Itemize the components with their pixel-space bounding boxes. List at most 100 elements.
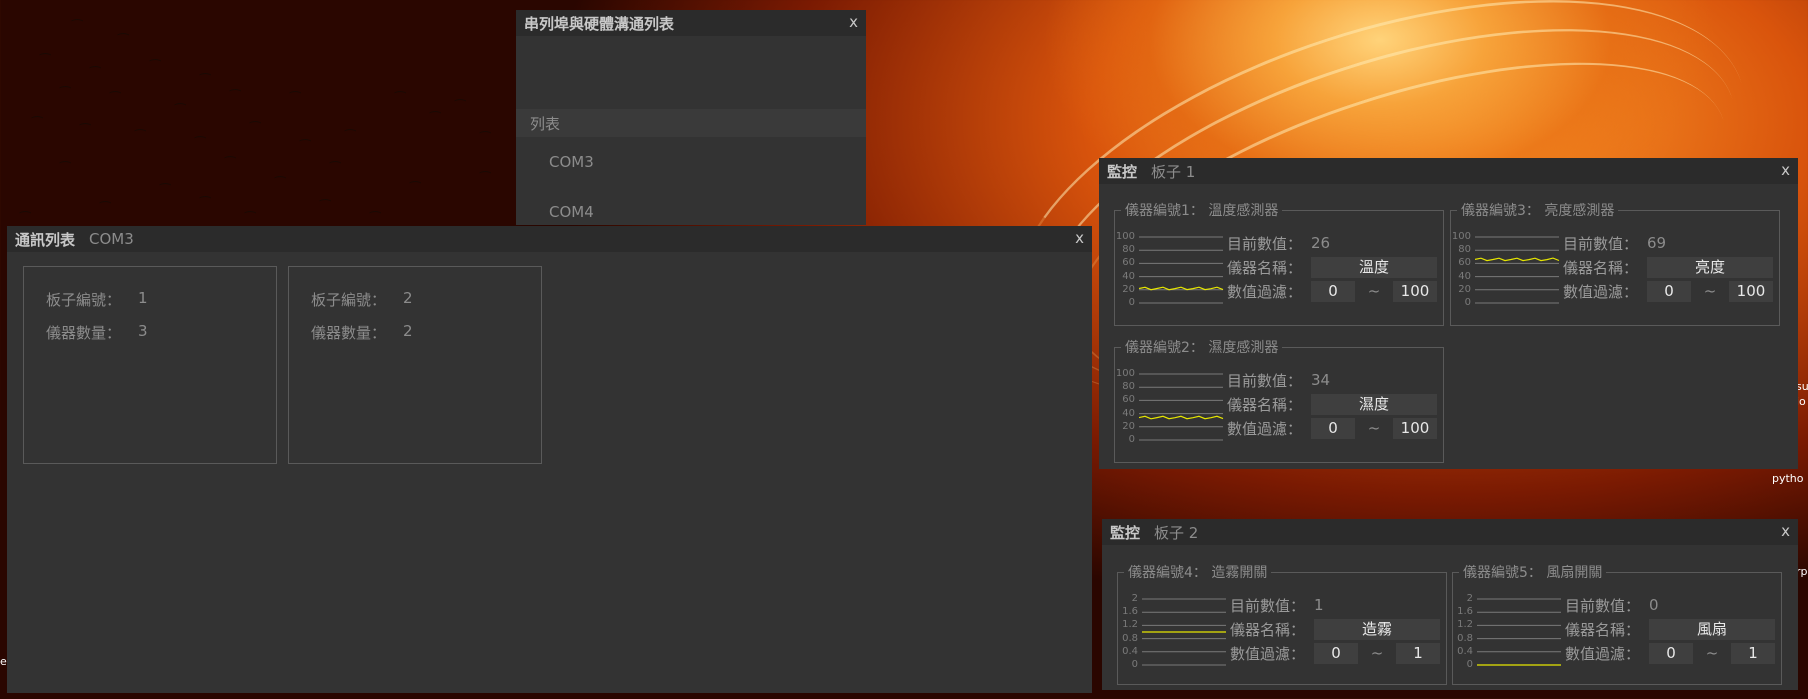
serial-port-titlebar[interactable]: 串列埠與硬體溝通列表 x <box>516 10 866 36</box>
y-tick-label: 0 <box>1131 659 1138 670</box>
desktop-icon-label[interactable]: pytho <box>1772 472 1804 485</box>
y-tick-label: 20 <box>1122 420 1135 432</box>
y-tick-label: 0 <box>1128 434 1135 445</box>
value-filter-label: 數值過濾： <box>1230 644 1306 663</box>
window-title: 監控 <box>1110 523 1141 542</box>
filter-max-field[interactable]: 1 <box>1731 642 1775 664</box>
y-tick-label: 0.8 <box>1457 632 1473 644</box>
y-tick-label: 20 <box>1122 283 1135 295</box>
device-name-field[interactable]: 造霧 <box>1314 618 1440 640</box>
instrument-legend: 儀器編號4： 造霧開關 <box>1124 562 1272 582</box>
device-count-value: 2 <box>403 322 413 340</box>
filter-max-field[interactable]: 100 <box>1729 280 1773 302</box>
close-button[interactable]: x <box>1781 161 1790 179</box>
monitor-titlebar[interactable]: 監控 板子 1 x <box>1099 158 1798 184</box>
monitor-window-board-1: 監控 板子 1 x 儀器編號1： 溫度感測器 100 80 60 40 20 0 目前數值： 2… <box>1099 158 1798 469</box>
bird-shape: ⁔ <box>300 127 311 142</box>
filter-max-field[interactable]: 100 <box>1393 280 1437 302</box>
device-name-label: 儀器名稱： <box>1227 395 1303 414</box>
instrument-legend: 儀器編號5： 風扇開關 <box>1459 562 1607 582</box>
data-trace <box>1475 257 1560 262</box>
bird-shape: ⁔ <box>60 149 71 164</box>
filter-max-field[interactable]: 100 <box>1393 417 1437 439</box>
data-trace <box>1139 415 1224 420</box>
window-title: 監控 <box>1107 162 1138 181</box>
board-id-label: 板子編號： <box>46 291 122 309</box>
instrument-panel: 儀器編號2： 濕度感測器 100 80 60 40 20 0 目前數值： 34 儀器名稱： 濕度 數值… <box>1114 337 1444 463</box>
sparkline-graph: 100 80 60 40 20 0 <box>1116 368 1225 448</box>
comm-list-titlebar[interactable]: 通訊列表 COM3 x <box>7 226 1092 252</box>
range-separator: ~ <box>1705 644 1719 662</box>
device-name-label: 儀器名稱： <box>1230 620 1306 639</box>
instrument-fields: 目前數值： 26 儀器名稱： 溫度 數值過濾： 0 ~100 <box>1227 231 1437 303</box>
monitor-window-board-2: 監控 板子 2 x 儀器編號4： 造霧開關 2 1.6 1.2 0.8 0.4 0 目前數值：… <box>1102 519 1798 690</box>
current-value-label: 目前數值： <box>1227 371 1303 390</box>
board-card-1[interactable]: 板子編號： 1 儀器數量： 3 <box>23 266 277 464</box>
y-tick-label: 0.4 <box>1122 645 1138 657</box>
empty-area <box>516 36 866 109</box>
current-value-label: 目前數值： <box>1563 234 1639 253</box>
serial-port-window: 串列埠與硬體溝通列表 x 列表 COM3 COM4 <box>516 10 866 225</box>
instrument-fields: 目前數值： 0 儀器名稱： 風扇 數值過濾： 0 ~1 <box>1565 593 1775 665</box>
list-header: 列表 <box>516 109 866 137</box>
bird-shape: ⁔ <box>200 184 211 199</box>
bird-shape: ⁔ <box>160 171 171 186</box>
bird-shape: ⁔ <box>72 7 83 22</box>
filter-max-field[interactable]: 1 <box>1396 642 1440 664</box>
sparkline-graph: 100 80 60 40 20 0 <box>1452 231 1561 311</box>
device-name-field[interactable]: 溫度 <box>1311 256 1437 278</box>
bird-shape: ⁔ <box>80 111 91 126</box>
y-tick-label: 1.6 <box>1122 606 1138 618</box>
bird-shape: ⁔ <box>320 187 331 202</box>
current-value: 34 <box>1311 371 1331 389</box>
board-label: 板子 2 <box>1154 523 1199 542</box>
device-name-field[interactable]: 亮度 <box>1647 256 1773 278</box>
value-filter-label: 數值過濾： <box>1563 282 1639 301</box>
instrument-legend: 儀器編號1： 溫度感測器 <box>1121 200 1283 220</box>
y-tick-label: 1.6 <box>1457 606 1473 618</box>
bird-shape: ⁔ <box>245 199 256 214</box>
device-name-label: 儀器名稱： <box>1563 258 1639 277</box>
bird-shape: ⁔ <box>275 164 286 179</box>
instrument-legend: 儀器編號3： 亮度感測器 <box>1457 200 1619 220</box>
bird-shape: ⁔ <box>60 74 71 89</box>
bird-shape: ⁔ <box>135 117 146 132</box>
filter-min-field[interactable]: 0 <box>1649 642 1693 664</box>
bird-shape: ⁔ <box>290 79 301 94</box>
y-tick-label: 2 <box>1466 593 1473 604</box>
bird-shape: ⁔ <box>175 91 186 106</box>
window-title: 串列埠與硬體溝通列表 <box>524 14 675 33</box>
sparkline-graph: 2 1.6 1.2 0.8 0.4 0 <box>1455 593 1563 673</box>
bird-shape: ⁔ <box>225 144 236 159</box>
device-name-label: 儀器名稱： <box>1227 258 1303 277</box>
device-name-field[interactable]: 濕度 <box>1311 393 1437 415</box>
y-tick-label: 80 <box>1458 244 1471 256</box>
filter-min-field[interactable]: 0 <box>1314 642 1358 664</box>
sparkline-graph: 100 80 60 40 20 0 <box>1116 231 1225 311</box>
filter-min-field[interactable]: 0 <box>1647 280 1691 302</box>
bird-shape: ⁔ <box>430 99 441 114</box>
monitor-titlebar[interactable]: 監控 板子 2 x <box>1102 519 1798 545</box>
bird-shape: ⁔ <box>32 104 43 119</box>
bird-shape: ⁔ <box>230 77 241 92</box>
device-count-label: 儀器數量： <box>46 324 122 342</box>
board-card-2[interactable]: 板子編號： 2 儀器數量： 2 <box>288 266 542 464</box>
instrument-fields: 目前數值： 34 儀器名稱： 濕度 數值過濾： 0 ~100 <box>1227 368 1437 440</box>
close-button[interactable]: x <box>849 13 858 31</box>
current-value-label: 目前數值： <box>1230 596 1306 615</box>
device-count-label: 儀器數量： <box>311 324 387 342</box>
filter-min-field[interactable]: 0 <box>1311 280 1355 302</box>
port-item-com3[interactable]: COM3 <box>516 137 866 187</box>
close-button[interactable]: x <box>1075 229 1084 247</box>
device-name-field[interactable]: 風扇 <box>1649 618 1775 640</box>
range-separator: ~ <box>1367 419 1381 437</box>
y-tick-label: 40 <box>1458 270 1471 282</box>
y-tick-label: 20 <box>1458 283 1471 295</box>
range-separator: ~ <box>1703 282 1717 300</box>
bird-shape: ⁔ <box>370 199 381 214</box>
filter-min-field[interactable]: 0 <box>1311 417 1355 439</box>
close-button[interactable]: x <box>1781 522 1790 540</box>
current-value-label: 目前數值： <box>1227 234 1303 253</box>
current-value: 26 <box>1311 234 1331 252</box>
y-tick-label: 2 <box>1131 593 1138 604</box>
